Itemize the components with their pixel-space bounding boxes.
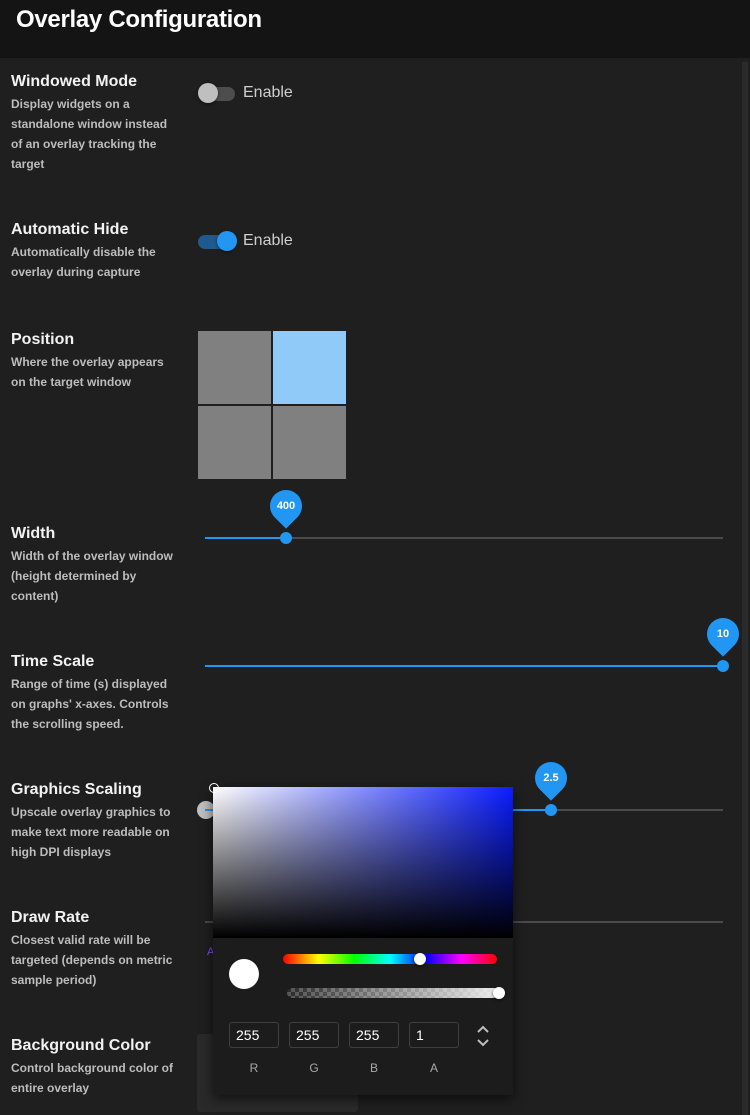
desc-line: Automatically disable the [11, 245, 156, 259]
unfold-icon[interactable] [475, 1025, 491, 1047]
windowed-mode-toggle[interactable]: Enable [198, 83, 298, 105]
slider-value: 10 [716, 628, 730, 640]
automatic-hide-toggle[interactable]: Enable [198, 231, 298, 253]
desc-line: on graphs' x-axes. Controls [11, 697, 169, 711]
setting-name: Draw Rate [11, 909, 90, 926]
position-grid [198, 331, 346, 479]
setting-description: Control background color of entire overl… [11, 1058, 186, 1098]
desc-line: of an overlay tracking the [11, 137, 157, 151]
slider-thumb[interactable] [280, 532, 292, 544]
width-slider[interactable]: 400 [205, 483, 723, 548]
slider-value-bubble: 10 [700, 611, 746, 657]
desc-line: targeted (depends on metric [11, 953, 173, 967]
desc-line: the scrolling speed. [11, 717, 124, 731]
green-input[interactable] [289, 1022, 339, 1048]
toggle-knob[interactable] [198, 83, 218, 103]
setting-label: Draw Rate Closest valid rate will be tar… [11, 908, 186, 990]
green-label: G [309, 1061, 319, 1075]
toggle-label[interactable]: Enable [243, 232, 293, 250]
alpha-input[interactable] [409, 1022, 459, 1048]
setting-label: Position Where the overlay appears on th… [11, 330, 186, 392]
slider-fill [205, 537, 286, 539]
desc-line: Upscale overlay graphics to [11, 805, 171, 819]
desc-line: high DPI displays [11, 845, 112, 859]
saturation-value-cursor[interactable] [209, 783, 219, 793]
slider-value: 2.5 [543, 772, 559, 784]
hue-slider-thumb[interactable] [414, 953, 426, 965]
app-header: Overlay Configuration [0, 0, 750, 58]
color-picker-popup: R G B A [209, 783, 513, 1095]
setting-label: Graphics Scaling Upscale overlay graphic… [11, 780, 186, 862]
setting-description: Automatically disable the overlay during… [11, 242, 186, 282]
desc-line: Closest valid rate will be [11, 933, 151, 947]
slider-value: 400 [276, 500, 296, 512]
setting-description: Closest valid rate will be targeted (dep… [11, 930, 186, 990]
setting-description: Width of the overlay window (height dete… [11, 546, 186, 606]
setting-name: Automatic Hide [11, 221, 129, 238]
scrollbar[interactable] [742, 62, 748, 1115]
setting-name: Position [11, 331, 75, 348]
desc-line: standalone window instead [11, 117, 168, 131]
desc-line: entire overlay [11, 1081, 90, 1095]
desc-line: sample period) [11, 973, 97, 987]
alpha-label: A [429, 1061, 438, 1075]
desc-line: Width of the overlay window [11, 549, 173, 563]
slider-thumb[interactable] [717, 660, 729, 672]
setting-label: Time Scale Range of time (s) displayed o… [11, 652, 186, 734]
setting-description: Range of time (s) displayed on graphs' x… [11, 674, 186, 734]
desc-line: Display widgets on a [11, 97, 130, 111]
setting-label: Windowed Mode Display widgets on a stand… [11, 72, 186, 174]
setting-label: Background Color Control background colo… [11, 1036, 186, 1098]
position-cell-top-right[interactable] [273, 331, 346, 404]
red-input[interactable] [229, 1022, 279, 1048]
desc-line: content) [11, 589, 59, 603]
position-cell-bottom-left[interactable] [198, 406, 271, 479]
hue-slider[interactable] [283, 953, 497, 965]
setting-label: Width Width of the overlay window (heigh… [11, 524, 186, 606]
desc-line: make text more readable on [11, 825, 170, 839]
setting-name: Graphics Scaling [11, 781, 142, 798]
setting-label: Automatic Hide Automatically disable the… [11, 220, 186, 282]
page-title: Overlay Configuration [16, 6, 262, 33]
desc-line: overlay during capture [11, 265, 141, 279]
toggle-knob[interactable] [217, 231, 237, 251]
slider-thumb[interactable] [545, 804, 557, 816]
slider-value-bubble: 2.5 [528, 755, 574, 801]
blue-label: B [369, 1061, 378, 1075]
blue-input[interactable] [349, 1022, 399, 1048]
alpha-slider-thumb[interactable] [493, 987, 505, 999]
setting-name: Time Scale [11, 653, 95, 670]
position-cell-top-left[interactable] [198, 331, 271, 404]
desc-line: target [11, 157, 45, 171]
slider-fill [205, 665, 723, 667]
red-label: R [249, 1061, 259, 1075]
color-preview-dot [229, 959, 259, 989]
desc-line: Control background color of [11, 1061, 173, 1075]
slider-value-bubble: 400 [263, 483, 309, 529]
setting-name: Width [11, 525, 56, 542]
setting-description: Upscale overlay graphics to make text mo… [11, 802, 186, 862]
alpha-slider[interactable] [287, 987, 505, 999]
unfold-icon-glyph[interactable] [475, 1025, 491, 1047]
saturation-value-area[interactable] [209, 783, 513, 938]
time-scale-slider[interactable]: 10 [205, 611, 746, 676]
desc-line: Where the overlay appears [11, 355, 164, 369]
setting-description: Where the overlay appears on the target … [11, 352, 186, 392]
desc-line: (height determined by [11, 569, 137, 583]
setting-name: Background Color [11, 1037, 151, 1054]
setting-description: Display widgets on a standalone window i… [11, 94, 186, 174]
desc-line: on the target window [11, 375, 131, 389]
position-cell-bottom-right[interactable] [273, 406, 346, 479]
desc-line: Range of time (s) displayed [11, 677, 168, 691]
setting-name: Windowed Mode [11, 73, 138, 90]
toggle-label[interactable]: Enable [243, 84, 293, 102]
